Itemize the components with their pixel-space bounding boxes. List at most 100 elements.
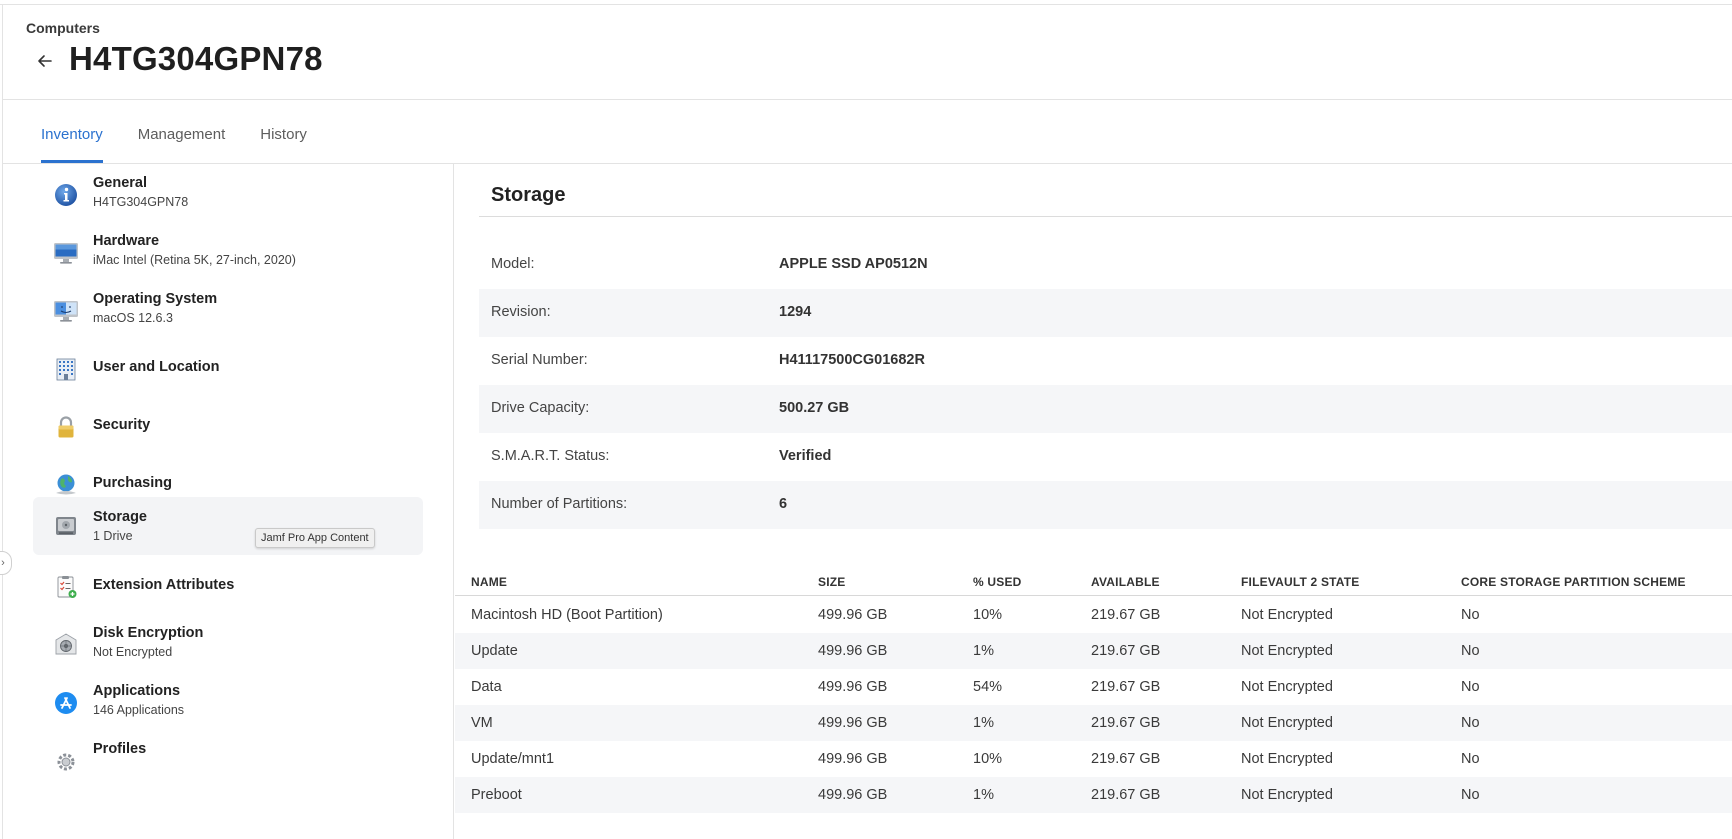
sidebar-item-label: Purchasing (93, 475, 172, 491)
storage-panel: Storage Model: APPLE SSD AP0512N Revisio… (455, 164, 1732, 839)
section-title: Storage (491, 184, 566, 206)
sidebar-item-sublabel: iMac Intel (Retina 5K, 27-inch, 2020) (93, 253, 296, 267)
table-row: VM 499.96 GB 1% 219.67 GB Not Encrypted … (455, 705, 1732, 741)
cell-size: 499.96 GB (818, 643, 888, 659)
table-row: Update/mnt1 499.96 GB 10% 219.67 GB Not … (455, 741, 1732, 777)
sidebar-item-extension-attributes[interactable]: Extension Attributes (33, 556, 423, 620)
sidebar-item-label: Storage (93, 509, 147, 525)
column-header-size[interactable]: SIZE (818, 575, 845, 589)
cell-name: Data (471, 679, 502, 695)
back-arrow-icon[interactable] (34, 50, 56, 72)
sidebar-item-operating-system[interactable]: Operating System macOS 12.6.3 (33, 280, 423, 344)
column-header-available[interactable]: AVAILABLE (1091, 575, 1160, 589)
column-header-percent-used[interactable]: % USED (973, 575, 1022, 589)
column-header-filevault-state[interactable]: FILEVAULT 2 STATE (1241, 575, 1360, 589)
cell-filevault-state: Not Encrypted (1241, 643, 1333, 659)
cell-core-storage: No (1461, 751, 1480, 767)
tab-bar: Inventory Management History (41, 110, 342, 163)
detail-row-smart-status: S.M.A.R.T. Status: Verified (479, 433, 1732, 481)
sidebar-item-sublabel: macOS 12.6.3 (93, 311, 173, 325)
sidebar-item-general[interactable]: General H4TG304GPN78 (33, 164, 423, 228)
top-border (0, 4, 1732, 5)
app-store-icon (53, 690, 79, 716)
sidebar-item-hardware[interactable]: Hardware iMac Intel (Retina 5K, 27-inch,… (33, 222, 423, 286)
column-header-name[interactable]: NAME (471, 575, 507, 589)
detail-label: S.M.A.R.T. Status: (491, 448, 610, 464)
sidebar-item-label: Hardware (93, 233, 160, 249)
cell-size: 499.96 GB (818, 715, 888, 731)
cell-available: 219.67 GB (1091, 751, 1161, 767)
cell-available: 219.67 GB (1091, 715, 1161, 731)
tab-history[interactable]: History (260, 110, 307, 163)
cell-percent-used: 1% (973, 787, 994, 803)
breadcrumb[interactable]: Computers (26, 20, 100, 36)
table-row: Preboot 499.96 GB 1% 219.67 GB Not Encry… (455, 777, 1732, 813)
detail-row-number-of-partitions: Number of Partitions: 6 (479, 481, 1732, 529)
table-header: NAME SIZE % USED AVAILABLE FILEVAULT 2 S… (455, 566, 1732, 596)
cell-percent-used: 54% (973, 679, 1003, 695)
cell-available: 219.67 GB (1091, 643, 1161, 659)
table-row: Data 499.96 GB 54% 219.67 GB Not Encrypt… (455, 669, 1732, 705)
sidebar-item-disk-encryption[interactable]: Disk Encryption Not Encrypted (33, 614, 423, 678)
cell-core-storage: No (1461, 679, 1480, 695)
table-row: Macintosh HD (Boot Partition) 499.96 GB … (455, 597, 1732, 633)
tab-management[interactable]: Management (138, 110, 226, 163)
filevault-icon (53, 632, 79, 658)
tab-inventory[interactable]: Inventory (41, 110, 103, 163)
cell-available: 219.67 GB (1091, 607, 1161, 623)
table-row: Update 499.96 GB 1% 219.67 GB Not Encryp… (455, 633, 1732, 669)
sidebar-item-label: Extension Attributes (93, 577, 235, 593)
cell-core-storage: No (1461, 607, 1480, 623)
imac-icon (53, 240, 79, 266)
cell-name: Update/mnt1 (471, 751, 555, 767)
cell-filevault-state: Not Encrypted (1241, 679, 1333, 695)
sidebar-item-applications[interactable]: Applications 146 Applications (33, 672, 423, 736)
cell-name: Update (471, 643, 518, 659)
sidebar-item-storage[interactable]: Storage 1 Drive Jamf Pro App Content (33, 497, 423, 555)
detail-value: APPLE SSD AP0512N (779, 256, 928, 272)
cell-size: 499.96 GB (818, 607, 888, 623)
lock-icon (53, 414, 79, 440)
detail-label: Model: (491, 256, 535, 272)
sidebar-item-user-and-location[interactable]: User and Location (33, 338, 423, 402)
cell-size: 499.96 GB (818, 679, 888, 695)
cell-filevault-state: Not Encrypted (1241, 751, 1333, 767)
drive-icon (53, 513, 79, 539)
cell-filevault-state: Not Encrypted (1241, 607, 1333, 623)
info-icon (53, 182, 79, 208)
sidebar-item-profiles[interactable]: Profiles (33, 730, 423, 794)
tooltip: Jamf Pro App Content (255, 528, 375, 548)
cell-percent-used: 10% (973, 607, 1003, 623)
page-title: H4TG304GPN78 (69, 40, 323, 77)
cell-size: 499.96 GB (818, 787, 888, 803)
sidebar-item-label: General (93, 175, 147, 191)
sidebar-item-sublabel: H4TG304GPN78 (93, 195, 189, 209)
finder-icon (53, 298, 79, 324)
sidebar-item-security[interactable]: Security (33, 396, 423, 460)
cell-available: 219.67 GB (1091, 679, 1161, 695)
detail-row-model: Model: APPLE SSD AP0512N (479, 241, 1732, 289)
detail-value: 6 (779, 496, 788, 512)
detail-value: 500.27 GB (779, 400, 850, 416)
detail-label: Number of Partitions: (491, 496, 628, 512)
sidebar-item-label: Security (93, 417, 151, 433)
sidebar-item-label: User and Location (93, 359, 220, 375)
detail-value: Verified (779, 448, 832, 464)
cell-name: Preboot (471, 787, 522, 803)
sidebar-item-sublabel: 1 Drive (93, 529, 133, 543)
cell-percent-used: 1% (973, 643, 994, 659)
column-header-core-storage[interactable]: CORE STORAGE PARTITION SCHEME (1461, 575, 1686, 589)
header-divider (2, 99, 1732, 100)
cell-percent-used: 10% (973, 751, 1003, 767)
detail-label: Serial Number: (491, 352, 588, 368)
sidebar-item-label: Disk Encryption (93, 625, 204, 641)
globe-icon (53, 472, 79, 498)
detail-label: Drive Capacity: (491, 400, 590, 416)
building-icon (53, 356, 79, 382)
cell-size: 499.96 GB (818, 751, 888, 767)
sidebar-item-sublabel: 146 Applications (93, 703, 185, 717)
cell-name: VM (471, 715, 493, 731)
cell-filevault-state: Not Encrypted (1241, 787, 1333, 803)
cell-filevault-state: Not Encrypted (1241, 715, 1333, 731)
cell-core-storage: No (1461, 787, 1480, 803)
